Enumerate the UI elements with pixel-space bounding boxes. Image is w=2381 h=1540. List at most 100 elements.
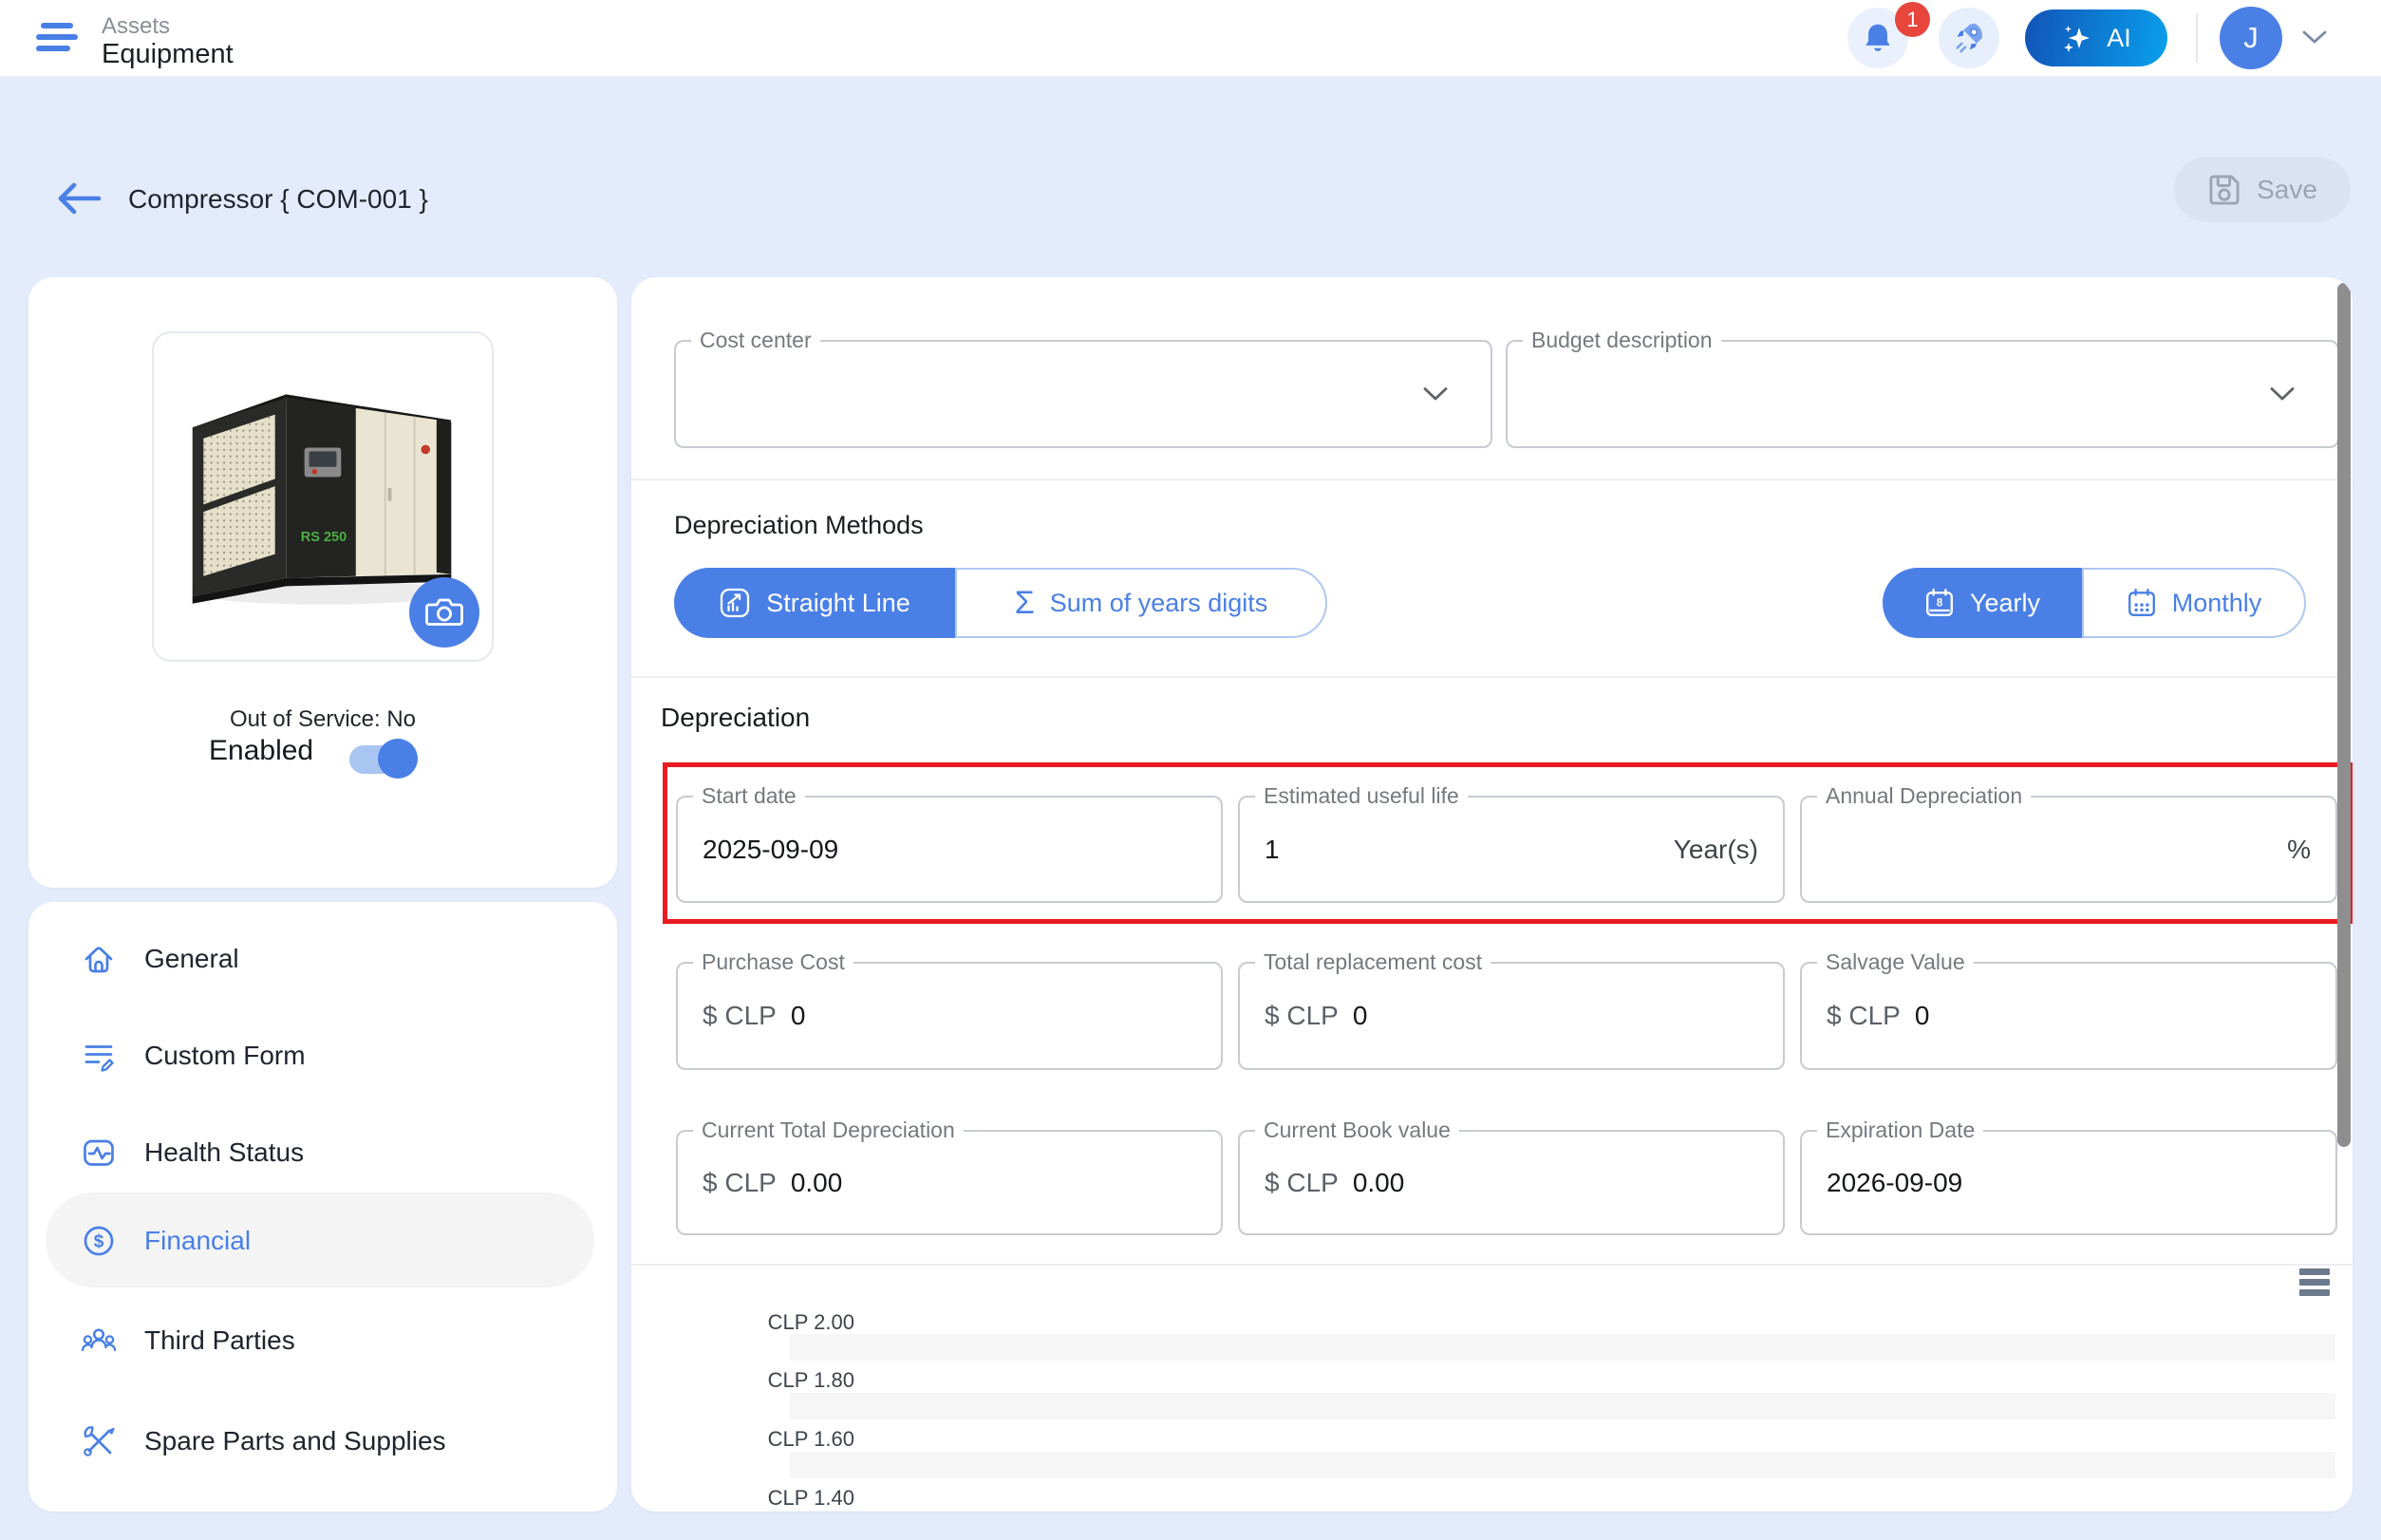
annual-depreciation-label: Annual Depreciation	[1817, 783, 2031, 809]
save-button[interactable]: Save	[2174, 157, 2351, 222]
period-monthly-label: Monthly	[2172, 589, 2262, 618]
sidebar-item-third-parties[interactable]: Third Parties	[80, 1312, 295, 1369]
sidebar-item-label: Third Parties	[144, 1325, 295, 1356]
currency-prefix: $ CLP	[1265, 1001, 1339, 1031]
svg-text:8: 8	[1937, 597, 1943, 610]
sidebar-item-financial[interactable]: $ Financial	[80, 1212, 251, 1269]
sidebar-item-label: Custom Form	[144, 1041, 306, 1071]
expiration-date-field[interactable]: Expiration Date 2026-09-09	[1800, 1130, 2337, 1235]
divider	[631, 676, 2353, 678]
chevron-down-icon	[1422, 386, 1449, 403]
budget-description-label: Budget description	[1523, 328, 1721, 353]
currency-prefix: $ CLP	[1827, 1001, 1901, 1031]
method-straight-line-label: Straight Line	[766, 589, 910, 618]
asset-photo-card: RS 250 Out of Service: No Enabled	[28, 277, 617, 888]
current-total-depreciation-value: 0.00	[791, 1168, 843, 1198]
divider	[631, 479, 2353, 480]
current-book-value-label: Current Book value	[1255, 1117, 1459, 1143]
sidebar-item-spare-parts[interactable]: Spare Parts and Supplies	[80, 1413, 446, 1470]
purchase-cost-field[interactable]: Purchase Cost $ CLP 0	[676, 962, 1223, 1070]
notifications-button[interactable]: 1	[1847, 8, 1908, 68]
expiration-date-value: 2026-09-09	[1827, 1168, 1962, 1198]
section-menu-card: General Custom Form Health Status $ Fina…	[28, 902, 617, 1512]
method-straight-line-button[interactable]: Straight Line	[674, 568, 955, 638]
cost-center-label: Cost center	[691, 328, 820, 353]
health-icon	[80, 1134, 118, 1172]
sidebar-item-label: Spare Parts and Supplies	[144, 1426, 446, 1456]
hamburger-menu-icon[interactable]	[36, 23, 78, 57]
asset-model-label: RS 250	[301, 530, 347, 545]
method-sum-of-years-button[interactable]: Σ Sum of years digits	[955, 568, 1327, 638]
salvage-value-value: 0	[1915, 1001, 1930, 1031]
depreciation-heading: Depreciation	[661, 703, 810, 733]
bell-icon	[1861, 21, 1895, 55]
salvage-value-field[interactable]: Salvage Value $ CLP 0	[1800, 962, 2337, 1070]
period-yearly-button[interactable]: 8 Yearly	[1883, 568, 2082, 638]
enabled-toggle[interactable]	[349, 739, 449, 779]
currency-prefix: $ CLP	[703, 1168, 777, 1198]
annual-depreciation-suffix: %	[2287, 835, 2311, 865]
chart-y-tick: CLP 1.60	[741, 1426, 854, 1453]
chart-y-tick: CLP 1.80	[741, 1367, 854, 1394]
period-monthly-button[interactable]: Monthly	[2082, 568, 2306, 638]
period-toggle-group: 8 Yearly Monthly	[1883, 568, 2306, 638]
useful-life-value: 1	[1265, 835, 1280, 865]
current-book-value-field[interactable]: Current Book value $ CLP 0.00	[1238, 1130, 1785, 1235]
enabled-label: Enabled	[209, 735, 313, 767]
calendar-year-icon: 8	[1924, 588, 1955, 618]
user-avatar[interactable]: J	[2220, 7, 2282, 69]
currency-prefix: $ CLP	[1265, 1168, 1339, 1198]
asset-image-frame: RS 250	[152, 331, 494, 662]
currency-prefix: $ CLP	[703, 1001, 777, 1031]
whats-new-button[interactable]	[1939, 8, 1999, 68]
ai-assistant-button[interactable]: AI	[2025, 9, 2167, 66]
start-date-field[interactable]: Start date 2025-09-09	[676, 796, 1223, 903]
top-bar: Assets Equipment 1 AI	[0, 0, 2381, 76]
useful-life-label: Estimated useful life	[1255, 783, 1468, 809]
chart-y-tick: CLP 1.40	[741, 1485, 854, 1512]
sidebar-item-health-status[interactable]: Health Status	[80, 1124, 304, 1181]
camera-icon	[425, 596, 463, 629]
form-icon	[80, 1037, 118, 1075]
sidebar-item-label: Financial	[144, 1226, 251, 1256]
annual-depreciation-field[interactable]: Annual Depreciation %	[1800, 796, 2337, 903]
tools-icon	[80, 1422, 118, 1460]
back-button[interactable]	[53, 180, 104, 216]
save-button-label: Save	[2257, 175, 2317, 205]
notification-badge: 1	[1895, 2, 1930, 37]
useful-life-field[interactable]: Estimated useful life 1 Year(s)	[1238, 796, 1785, 903]
chart-plot-area	[790, 1334, 2335, 1512]
total-replacement-cost-label: Total replacement cost	[1255, 949, 1490, 975]
purchase-cost-label: Purchase Cost	[693, 949, 853, 975]
people-icon	[80, 1322, 118, 1360]
sidebar-item-custom-form[interactable]: Custom Form	[80, 1027, 306, 1084]
period-yearly-label: Yearly	[1970, 589, 2040, 618]
expiration-date-label: Expiration Date	[1817, 1117, 1983, 1143]
purchase-cost-value: 0	[791, 1001, 806, 1031]
straight-line-icon	[719, 587, 751, 619]
total-replacement-cost-field[interactable]: Total replacement cost $ CLP 0	[1238, 962, 1785, 1070]
cost-center-select[interactable]: Cost center	[674, 340, 1492, 448]
app-root: Assets Equipment 1 AI	[0, 0, 2381, 1540]
breadcrumb-section: Assets	[102, 15, 170, 38]
start-date-label: Start date	[693, 783, 805, 809]
chevron-down-icon	[2269, 386, 2296, 403]
chart-context-menu-button[interactable]	[2299, 1268, 2330, 1300]
home-icon	[80, 940, 118, 978]
header-divider	[2196, 13, 2198, 63]
salvage-value-label: Salvage Value	[1817, 949, 1974, 975]
calendar-month-icon	[2127, 588, 2157, 618]
change-photo-button[interactable]	[409, 577, 479, 648]
total-replacement-cost-value: 0	[1353, 1001, 1368, 1031]
out-of-service-status: Out of Service: No	[28, 706, 617, 733]
sigma-icon: Σ	[1015, 587, 1035, 619]
current-total-depreciation-field[interactable]: Current Total Depreciation $ CLP 0.00	[676, 1130, 1223, 1235]
divider	[631, 1264, 2353, 1266]
budget-description-select[interactable]: Budget description	[1506, 340, 2339, 448]
chart-y-tick: CLP 2.00	[741, 1309, 854, 1336]
financial-form-card: Cost center Budget description Depreciat…	[631, 277, 2353, 1512]
sidebar-item-general[interactable]: General	[80, 930, 239, 987]
sidebar-item-label: Health Status	[144, 1137, 304, 1168]
account-chevron-down-icon[interactable]	[2301, 28, 2328, 46]
scrollbar[interactable]	[2337, 283, 2351, 1147]
